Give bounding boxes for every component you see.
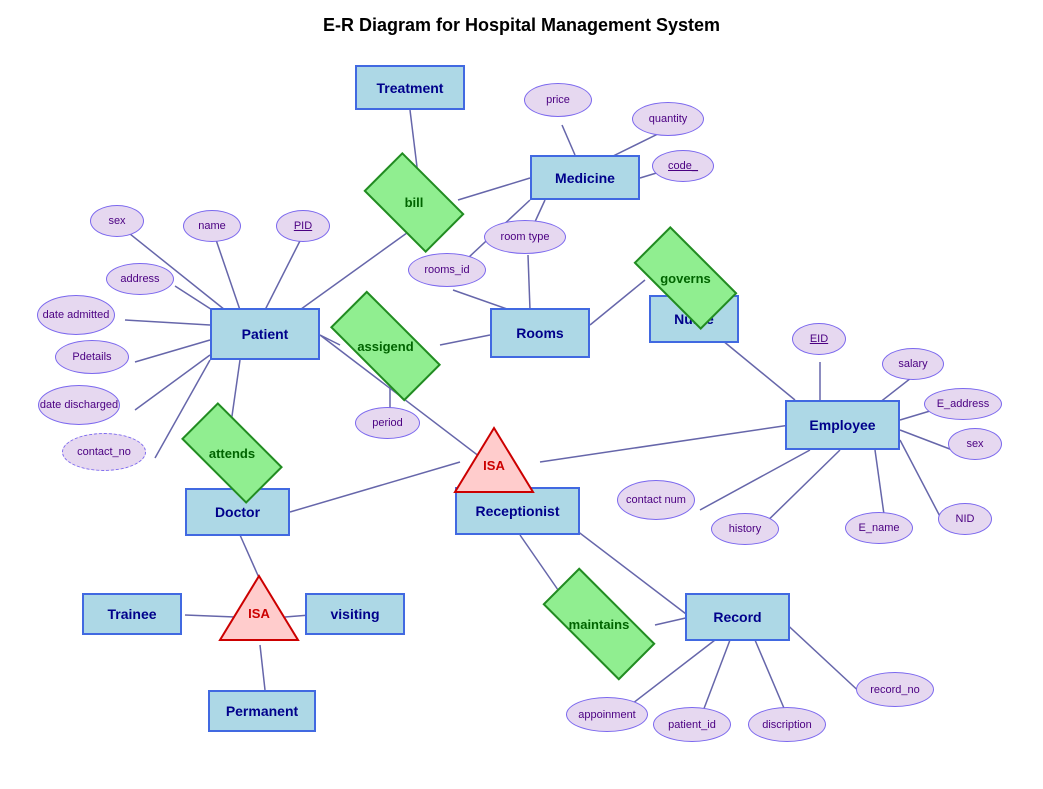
attr-record-no: record_no [856,672,934,707]
attr-name: name [183,210,241,242]
attr-quantity: quantity [632,102,704,136]
attr-salary: salary [882,348,944,380]
entity-trainee: Trainee [82,593,182,635]
attr-period: period [355,407,420,439]
isa-employee: ISA [453,426,535,494]
attr-room-type: room type [484,220,566,254]
attr-sex: sex [90,205,144,237]
entity-receptionist: Receptionist [455,487,580,535]
attr-contact-no: contact_no [62,433,146,471]
attr-pid: PID [276,210,330,242]
attr-date-discharged: date discharged [38,385,120,425]
entity-rooms: Rooms [490,308,590,358]
er-diagram-canvas: E-R Diagram for Hospital Management Syst… [0,0,1043,789]
relationship-assigend: assigend [333,320,438,372]
attr-discription: discription [748,707,826,742]
entity-employee: Employee [785,400,900,450]
attr-address: address [106,263,174,295]
attr-eid: EID [792,323,846,355]
attr-code: code_ [652,150,714,182]
attr-rooms-id: rooms_id [408,253,486,287]
isa-doctor: ISA [218,574,300,642]
entity-visiting: visiting [305,593,405,635]
attr-patient-id: patient_id [653,707,731,742]
entity-permanent: Permanent [208,690,316,732]
entity-patient: Patient [210,308,320,360]
entity-record: Record [685,593,790,641]
relationship-attends: attends [186,427,278,479]
attr-nid: NID [938,503,992,535]
attr-sex-emp: sex [948,428,1002,460]
connection-lines [0,0,1043,789]
relationship-governs: governs [638,252,733,304]
attr-appoinment: appoinment [566,697,648,732]
attr-e-name: E_name [845,512,913,544]
entity-treatment: Treatment [355,65,465,110]
attr-date-admitted: date admitted [37,295,115,335]
attr-history: history [711,513,779,545]
relationship-bill: bill [370,175,458,230]
relationship-maintains: maintains [545,598,653,650]
diagram-title: E-R Diagram for Hospital Management Syst… [0,15,1043,36]
attr-pdetails: Pdetails [55,340,129,374]
attr-e-address: E_address [924,388,1002,420]
entity-medicine: Medicine [530,155,640,200]
attr-price: price [524,83,592,117]
attr-contact-num: contact num [617,480,695,520]
